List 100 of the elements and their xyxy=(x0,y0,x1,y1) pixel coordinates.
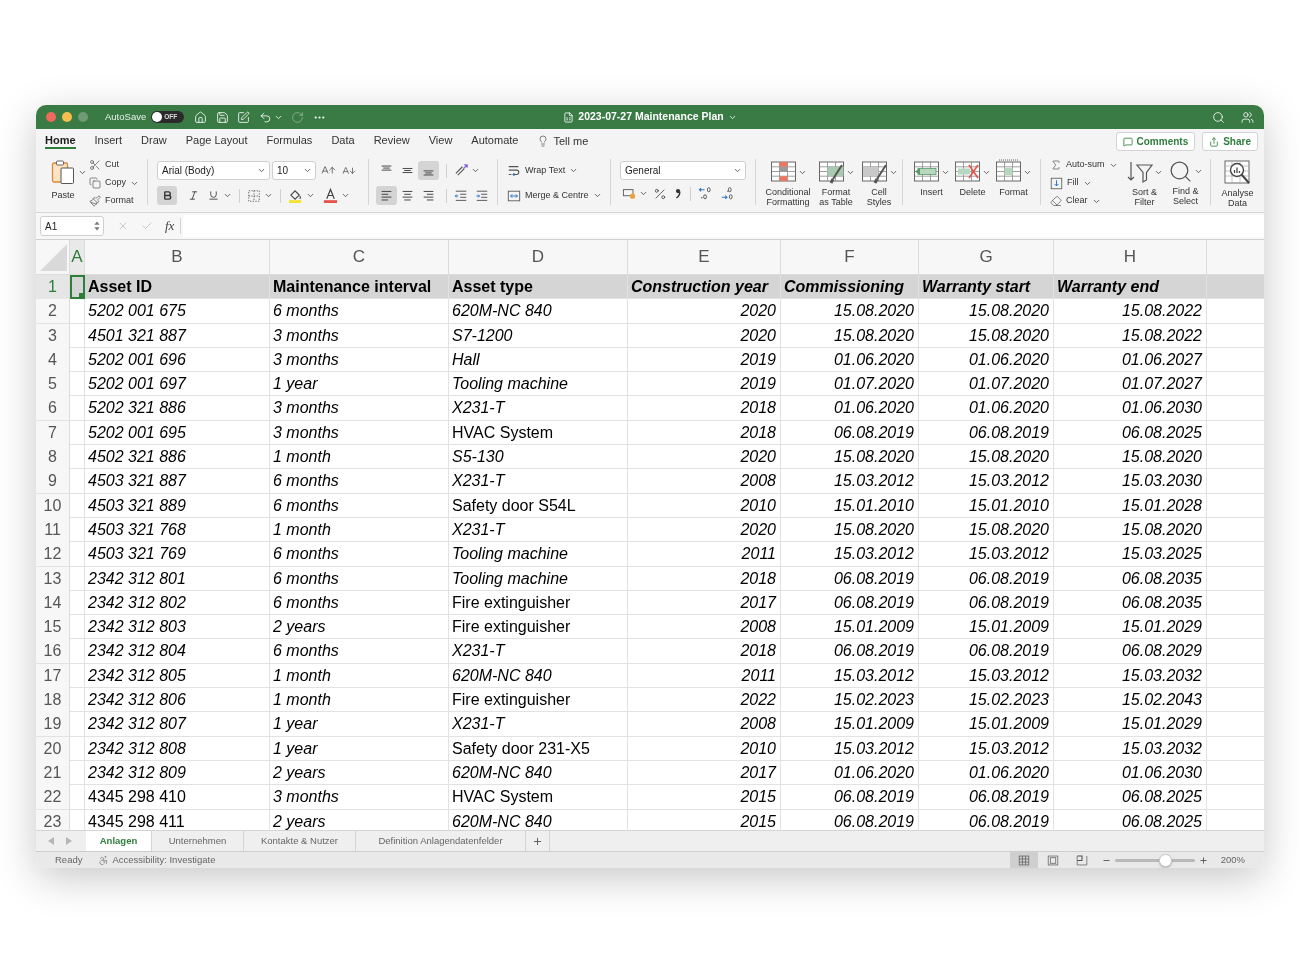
insert-function-button[interactable]: fx xyxy=(165,216,175,236)
minimize-button[interactable] xyxy=(62,112,72,122)
wrap-text-button[interactable]: Wrap Text xyxy=(507,161,610,180)
ribbon-tab[interactable]: Page Layout xyxy=(185,132,248,149)
cell-styles-button[interactable]: Cell Styles xyxy=(858,152,900,207)
orientation-button[interactable] xyxy=(454,163,480,178)
row-header[interactable]: 18 xyxy=(36,688,70,713)
insert-cells-button[interactable]: Insert xyxy=(911,152,952,197)
column-header[interactable]: C xyxy=(270,240,449,274)
accessibility-button[interactable]: Accessibility: Investigate xyxy=(98,852,216,868)
row-header[interactable]: 10 xyxy=(36,493,70,518)
ribbon-tab[interactable]: Automate xyxy=(471,132,519,149)
row-header[interactable]: 3 xyxy=(36,323,70,348)
people-button[interactable] xyxy=(1241,110,1254,124)
fill-button[interactable]: Fill xyxy=(1050,174,1124,192)
caret-icon[interactable] xyxy=(341,191,350,200)
row-header[interactable]: 22 xyxy=(36,785,70,810)
caret-icon[interactable] xyxy=(78,168,87,177)
save-button[interactable] xyxy=(216,110,230,124)
ribbon-tab[interactable]: Review xyxy=(373,132,410,149)
fill-handle[interactable] xyxy=(79,293,83,297)
column-header[interactable]: G xyxy=(919,240,1054,274)
home-button[interactable] xyxy=(194,110,208,124)
row-header[interactable]: 23 xyxy=(36,809,70,830)
align-left-button[interactable] xyxy=(376,186,397,205)
tell-me-search[interactable]: Tell me xyxy=(537,133,589,150)
row-header[interactable]: 11 xyxy=(36,517,70,542)
row-header[interactable]: 9 xyxy=(36,469,70,494)
row-header[interactable]: 16 xyxy=(36,639,70,664)
currency-button[interactable] xyxy=(622,186,648,201)
caret-icon[interactable] xyxy=(257,166,266,175)
caret-icon[interactable] xyxy=(733,166,742,175)
increase-indent-button[interactable] xyxy=(475,188,489,203)
row-header[interactable]: 21 xyxy=(36,760,70,785)
row-header[interactable]: 20 xyxy=(36,736,70,761)
column-header[interactable]: A xyxy=(70,240,85,274)
row-header[interactable]: 8 xyxy=(36,445,70,470)
formula-input[interactable] xyxy=(183,215,1264,237)
cut-button[interactable]: Cut xyxy=(89,156,139,174)
row-header[interactable]: 13 xyxy=(36,566,70,591)
caret-icon[interactable] xyxy=(592,191,602,200)
ribbon-tab[interactable]: Formulas xyxy=(266,132,313,149)
delete-cells-button[interactable]: Delete xyxy=(952,152,993,197)
row-header[interactable]: 19 xyxy=(36,712,70,737)
analyse-data-button[interactable]: Analyse Data xyxy=(1215,152,1260,212)
decrease-indent-button[interactable] xyxy=(454,188,468,203)
font-size-select[interactable]: 10 xyxy=(272,161,316,180)
caret-icon[interactable] xyxy=(223,191,232,200)
number-format-select[interactable]: General xyxy=(620,161,746,180)
find-select-button[interactable]: Find & Select xyxy=(1165,152,1206,206)
caret-icon[interactable] xyxy=(306,191,315,200)
copy-button[interactable]: Copy xyxy=(89,174,139,192)
row-header[interactable]: 6 xyxy=(36,396,70,421)
zoom-in-button[interactable] xyxy=(1198,855,1208,865)
row-header[interactable]: 1 xyxy=(36,275,70,299)
ribbon-tab[interactable]: Draw xyxy=(141,132,167,149)
selected-cell[interactable] xyxy=(70,275,85,299)
share-button[interactable]: Share xyxy=(1202,132,1258,151)
sheet-tab[interactable]: Anlagen xyxy=(86,831,152,851)
autosum-button[interactable]: Auto-sum xyxy=(1050,156,1124,174)
merge-centre-button[interactable]: Merge & Centre xyxy=(507,186,610,205)
font-color-button[interactable] xyxy=(323,188,350,203)
comments-button[interactable]: Comments xyxy=(1115,132,1196,151)
ribbon-tab[interactable]: Data xyxy=(331,132,355,149)
ribbon-tab[interactable]: Home xyxy=(45,132,76,149)
sort-filter-button[interactable]: Sort & Filter xyxy=(1124,152,1165,207)
zoom-slider-thumb[interactable] xyxy=(1159,853,1173,867)
save-as-button[interactable] xyxy=(237,110,251,124)
ribbon-tab[interactable]: Insert xyxy=(94,132,123,149)
undo-button[interactable] xyxy=(259,110,284,124)
increase-decimal-button[interactable] xyxy=(698,186,713,201)
conditional-formatting-button[interactable]: Conditional Formatting xyxy=(762,152,814,207)
row-header[interactable]: 5 xyxy=(36,372,70,397)
caret-icon[interactable] xyxy=(639,189,648,198)
comma-style-button[interactable] xyxy=(673,187,683,200)
ribbon-tab[interactable]: View xyxy=(428,132,453,149)
row-header[interactable]: 14 xyxy=(36,590,70,615)
column-header[interactable]: B xyxy=(85,240,270,274)
paste-button[interactable]: Paste xyxy=(48,152,78,203)
column-header[interactable]: D xyxy=(449,240,628,274)
caret-icon[interactable] xyxy=(303,166,312,175)
row-header[interactable]: 15 xyxy=(36,615,70,640)
caret-icon[interactable] xyxy=(569,166,579,175)
format-painter-button[interactable]: Format xyxy=(89,192,139,210)
borders-button[interactable] xyxy=(247,188,273,203)
caret-icon[interactable] xyxy=(1194,167,1203,176)
bold-button[interactable] xyxy=(157,186,177,205)
column-header[interactable]: E xyxy=(628,240,781,274)
caret-icon[interactable] xyxy=(471,166,480,175)
row-header[interactable]: 12 xyxy=(36,542,70,567)
name-box[interactable]: A1 xyxy=(40,216,104,236)
fill-color-button[interactable] xyxy=(288,188,315,203)
percent-button[interactable] xyxy=(653,186,667,201)
caret-icon[interactable] xyxy=(264,191,273,200)
search-button[interactable] xyxy=(1212,110,1225,124)
format-cells-button[interactable]: Format xyxy=(993,152,1034,197)
row-header[interactable]: 2 xyxy=(36,299,70,324)
format-as-table-button[interactable]: Format as Table xyxy=(814,152,858,207)
font-family-select[interactable]: Arial (Body) xyxy=(157,161,270,180)
view-button[interactable] xyxy=(1009,852,1038,868)
